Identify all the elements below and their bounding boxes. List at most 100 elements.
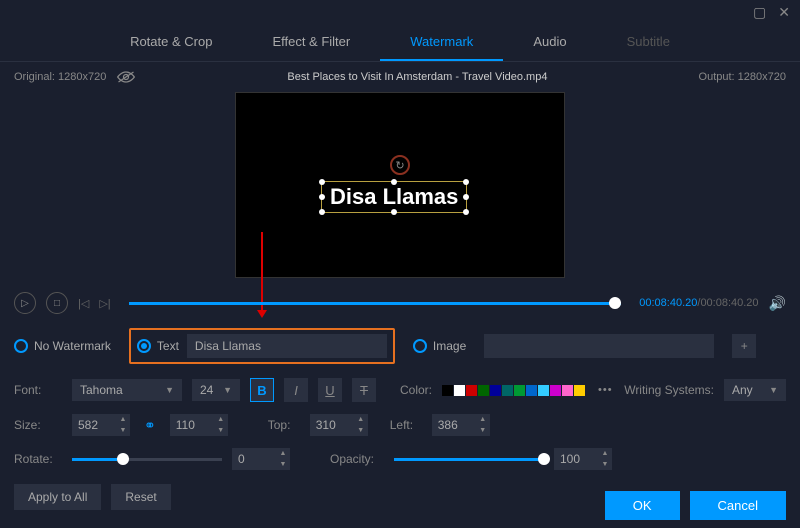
spinner-down-icon[interactable]: ▼ bbox=[354, 425, 368, 436]
width-spinner[interactable]: ▲▼ bbox=[72, 414, 130, 436]
color-swatch[interactable] bbox=[562, 385, 573, 396]
radio-label: Image bbox=[433, 339, 466, 353]
maximize-icon[interactable]: ▢ bbox=[753, 4, 766, 21]
opacity-label: Opacity: bbox=[330, 452, 384, 466]
opacity-spinner[interactable]: ▲▼ bbox=[554, 448, 612, 470]
color-label: Color: bbox=[400, 383, 432, 397]
spinner-up-icon[interactable]: ▲ bbox=[276, 448, 290, 459]
slider-thumb[interactable] bbox=[117, 453, 129, 465]
radio-icon bbox=[137, 339, 151, 353]
spinner-up-icon[interactable]: ▲ bbox=[116, 414, 130, 425]
color-swatch[interactable] bbox=[538, 385, 549, 396]
tab-watermark[interactable]: Watermark bbox=[380, 24, 503, 61]
top-spinner[interactable]: ▲▼ bbox=[310, 414, 368, 436]
spinner-down-icon[interactable]: ▼ bbox=[214, 425, 228, 436]
resize-handle[interactable] bbox=[319, 179, 325, 185]
underline-button[interactable]: U bbox=[318, 378, 342, 402]
writing-systems-select[interactable]: Any▼ bbox=[724, 379, 786, 401]
spinner-up-icon[interactable]: ▲ bbox=[476, 414, 490, 425]
italic-button[interactable]: I bbox=[284, 378, 308, 402]
reset-button[interactable]: Reset bbox=[111, 484, 170, 510]
color-swatch[interactable] bbox=[502, 385, 513, 396]
color-swatches bbox=[442, 385, 585, 396]
opacity-slider[interactable] bbox=[394, 458, 544, 461]
resize-handle[interactable] bbox=[319, 209, 325, 215]
ok-button[interactable]: OK bbox=[605, 491, 680, 520]
video-preview[interactable]: Disa Llamas bbox=[235, 92, 565, 278]
font-family-select[interactable]: Tahoma▼ bbox=[72, 379, 182, 401]
top-input[interactable] bbox=[310, 414, 354, 436]
aspect-lock-icon[interactable]: ⚭ bbox=[144, 417, 156, 434]
spinner-down-icon[interactable]: ▼ bbox=[476, 425, 490, 436]
timecode: 00:08:40.20/00:08:40.20 bbox=[639, 297, 758, 309]
spinner-down-icon[interactable]: ▼ bbox=[598, 459, 612, 470]
color-swatch[interactable] bbox=[490, 385, 501, 396]
cancel-button[interactable]: Cancel bbox=[690, 491, 786, 520]
watermark-bounding-box[interactable]: Disa Llamas bbox=[321, 181, 467, 213]
add-image-button[interactable]: + bbox=[732, 334, 756, 358]
left-input[interactable] bbox=[432, 414, 476, 436]
close-icon[interactable]: ✕ bbox=[778, 4, 790, 21]
resize-handle[interactable] bbox=[463, 194, 469, 200]
radio-no-watermark[interactable]: No Watermark bbox=[14, 339, 111, 353]
spinner-down-icon[interactable]: ▼ bbox=[116, 425, 130, 436]
spinner-up-icon[interactable]: ▲ bbox=[354, 414, 368, 425]
resize-handle[interactable] bbox=[463, 209, 469, 215]
radio-label: No Watermark bbox=[34, 339, 111, 353]
color-swatch[interactable] bbox=[454, 385, 465, 396]
original-resolution: Original: 1280x720 bbox=[14, 71, 106, 83]
watermark-image-path[interactable] bbox=[484, 334, 714, 358]
timeline-thumb[interactable] bbox=[609, 297, 621, 309]
font-size-select[interactable]: 24▼ bbox=[192, 379, 240, 401]
preview-toggle-icon[interactable] bbox=[116, 70, 136, 84]
tab-effect-filter[interactable]: Effect & Filter bbox=[242, 24, 380, 61]
color-swatch[interactable] bbox=[574, 385, 585, 396]
spinner-up-icon[interactable]: ▲ bbox=[214, 414, 228, 425]
radio-label: Text bbox=[157, 339, 179, 353]
play-button[interactable]: ▷ bbox=[14, 292, 36, 314]
prev-frame-button[interactable]: |◁ bbox=[78, 297, 89, 310]
height-spinner[interactable]: ▲▼ bbox=[170, 414, 228, 436]
radio-image-watermark[interactable]: Image bbox=[413, 339, 466, 353]
strikethrough-button[interactable]: T bbox=[352, 378, 376, 402]
opacity-input[interactable] bbox=[554, 448, 598, 470]
volume-icon[interactable]: 🔊 bbox=[769, 295, 786, 312]
left-spinner[interactable]: ▲▼ bbox=[432, 414, 490, 436]
resize-handle[interactable] bbox=[319, 194, 325, 200]
height-input[interactable] bbox=[170, 414, 214, 436]
color-swatch[interactable] bbox=[442, 385, 453, 396]
left-label: Left: bbox=[390, 418, 422, 432]
text-watermark-group: Text bbox=[129, 328, 395, 364]
size-label: Size: bbox=[14, 418, 62, 432]
color-swatch[interactable] bbox=[466, 385, 477, 396]
rotate-handle-icon[interactable] bbox=[390, 155, 410, 175]
rotate-input[interactable] bbox=[232, 448, 276, 470]
stop-button[interactable]: □ bbox=[46, 292, 68, 314]
more-colors-button[interactable]: ••• bbox=[598, 384, 613, 396]
width-input[interactable] bbox=[72, 414, 116, 436]
slider-thumb[interactable] bbox=[538, 453, 550, 465]
resize-handle[interactable] bbox=[463, 179, 469, 185]
tab-rotate-crop[interactable]: Rotate & Crop bbox=[100, 24, 242, 61]
font-label: Font: bbox=[14, 383, 62, 397]
spinner-down-icon[interactable]: ▼ bbox=[276, 459, 290, 470]
chevron-down-icon: ▼ bbox=[165, 385, 174, 395]
apply-to-all-button[interactable]: Apply to All bbox=[14, 484, 101, 510]
color-swatch[interactable] bbox=[478, 385, 489, 396]
top-label: Top: bbox=[268, 418, 300, 432]
resize-handle[interactable] bbox=[391, 209, 397, 215]
color-swatch[interactable] bbox=[526, 385, 537, 396]
spinner-up-icon[interactable]: ▲ bbox=[598, 448, 612, 459]
color-swatch[interactable] bbox=[550, 385, 561, 396]
rotate-spinner[interactable]: ▲▼ bbox=[232, 448, 290, 470]
radio-text-watermark[interactable]: Text bbox=[137, 339, 179, 353]
timeline-slider[interactable] bbox=[129, 302, 622, 305]
next-frame-button[interactable]: ▷| bbox=[99, 297, 110, 310]
rotate-slider[interactable] bbox=[72, 458, 222, 461]
color-swatch[interactable] bbox=[514, 385, 525, 396]
watermark-text-input[interactable] bbox=[187, 334, 387, 358]
bold-button[interactable]: B bbox=[250, 378, 274, 402]
tab-subtitle: Subtitle bbox=[597, 24, 700, 61]
tab-audio[interactable]: Audio bbox=[503, 24, 596, 61]
output-resolution: Output: 1280x720 bbox=[699, 71, 786, 83]
